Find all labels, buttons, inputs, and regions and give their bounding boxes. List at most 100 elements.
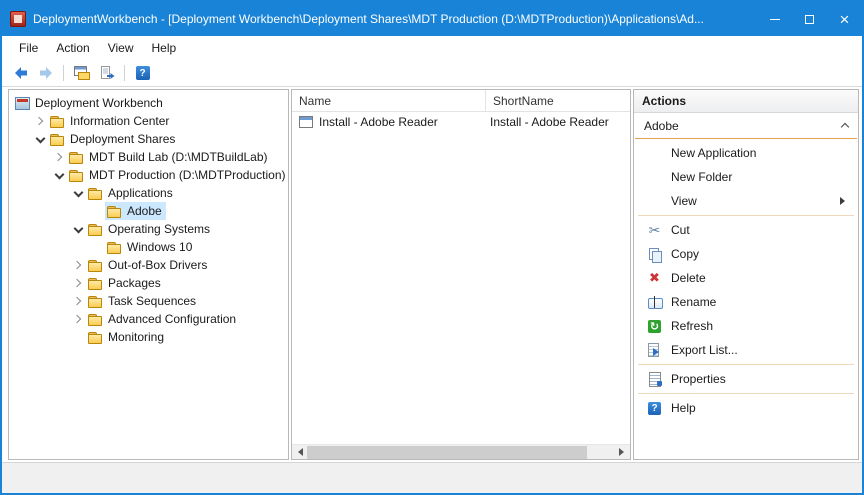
tree-item[interactable]: MDT Production (D:\MDTProduction)	[9, 166, 288, 184]
close-button[interactable]	[827, 2, 862, 36]
tree-item[interactable]: Operating Systems	[9, 220, 288, 238]
folder-icon	[88, 331, 103, 344]
scroll-left-button[interactable]	[292, 445, 307, 460]
action-item[interactable]: Copy	[634, 242, 858, 266]
chevron-down-icon[interactable]	[70, 221, 86, 237]
tree-item-content[interactable]: Adobe	[105, 202, 166, 220]
tree-item[interactable]: Advanced Configuration	[9, 310, 288, 328]
list-row[interactable]: Install - Adobe Reader Install - Adobe R…	[292, 112, 630, 132]
tree-item[interactable]: Deployment Shares	[9, 130, 288, 148]
chevron-down-icon[interactable]	[70, 185, 86, 201]
minimize-button[interactable]	[757, 2, 792, 36]
action-item-label: Help	[671, 401, 858, 415]
chevron-right-icon[interactable]	[51, 149, 67, 165]
scrollbar-thumb[interactable]	[307, 446, 587, 459]
chevron-right-icon[interactable]	[70, 257, 86, 273]
chevron-down-icon[interactable]	[32, 131, 48, 147]
chevron-right-icon[interactable]	[70, 275, 86, 291]
no-icon	[646, 145, 663, 161]
actions-section-header[interactable]: Adobe	[634, 113, 858, 138]
tree-item-content[interactable]: MDT Build Lab (D:\MDTBuildLab)	[67, 148, 272, 166]
column-header-shortname[interactable]: ShortName	[486, 90, 630, 111]
tree-item-content[interactable]: Windows 10	[105, 238, 196, 256]
tree-item-label: Windows 10	[127, 240, 192, 254]
folder-icon	[69, 151, 84, 164]
action-item[interactable]: Export List...	[634, 338, 858, 362]
chevron-down-icon[interactable]	[51, 167, 67, 183]
minimize-icon	[770, 19, 780, 20]
tree-item[interactable]: Adobe	[9, 202, 288, 220]
back-button[interactable]	[9, 62, 32, 85]
chevron-right-icon[interactable]	[70, 293, 86, 309]
maximize-button[interactable]	[792, 2, 827, 36]
delete-icon	[646, 270, 663, 286]
refresh-icon	[646, 318, 663, 334]
chevron-none[interactable]	[89, 203, 105, 219]
menu-view[interactable]: View	[99, 38, 143, 58]
folder-icon	[88, 313, 103, 326]
tree-item-content[interactable]: Deployment Shares	[48, 130, 179, 148]
tree-item-content[interactable]: Out-of-Box Drivers	[86, 256, 211, 274]
tree-item[interactable]: Monitoring	[9, 328, 288, 346]
folder-icon	[88, 277, 103, 290]
tree-item-content[interactable]: Information Center	[48, 112, 173, 130]
properties-icon	[646, 371, 663, 387]
folder-icon	[88, 295, 103, 308]
chevron-none[interactable]	[70, 329, 86, 345]
rename-icon	[646, 294, 663, 310]
horizontal-scrollbar[interactable]	[292, 444, 630, 459]
action-item[interactable]: View	[634, 189, 858, 213]
chevron-right-icon[interactable]	[32, 113, 48, 129]
tree-item-content[interactable]: Operating Systems	[86, 220, 214, 238]
scroll-right-button[interactable]	[615, 445, 630, 460]
show-console-tree-button[interactable]	[70, 62, 93, 85]
actions-list: New Application New Folder View Cut Copy…	[634, 141, 858, 459]
action-item[interactable]: New Application	[634, 141, 858, 165]
help-button[interactable]	[131, 62, 154, 85]
statusbar	[2, 462, 862, 493]
action-item[interactable]: Refresh	[634, 314, 858, 338]
tree-item[interactable]: Information Center	[9, 112, 288, 130]
export-list-button[interactable]	[95, 62, 118, 85]
tree-item-label: Out-of-Box Drivers	[108, 258, 207, 272]
menu-help[interactable]: Help	[143, 38, 186, 58]
tree-item-content[interactable]: Task Sequences	[86, 292, 200, 310]
menu-file[interactable]: File	[10, 38, 47, 58]
folder-icon	[88, 223, 103, 236]
tree-item-content[interactable]: Monitoring	[86, 328, 168, 346]
action-item[interactable]: Help	[634, 396, 858, 420]
chevron-right-icon[interactable]	[70, 311, 86, 327]
tree-item-content[interactable]: Packages	[86, 274, 165, 292]
menu-action[interactable]: Action	[47, 38, 98, 58]
titlebar[interactable]: DeploymentWorkbench - [Deployment Workbe…	[2, 2, 862, 36]
column-header-name[interactable]: Name	[292, 90, 486, 111]
chevron-up-icon[interactable]	[841, 123, 849, 131]
list-body: Install - Adobe Reader Install - Adobe R…	[292, 112, 630, 444]
tree-item-label: MDT Production (D:\MDTProduction)	[89, 168, 286, 182]
tree-item[interactable]: MDT Build Lab (D:\MDTBuildLab)	[9, 148, 288, 166]
action-item[interactable]: Delete	[634, 266, 858, 290]
tree-item-content[interactable]: Deployment Workbench	[13, 94, 167, 112]
app-icon	[10, 11, 26, 27]
tree-item-content[interactable]: Applications	[86, 184, 177, 202]
scroll-left-icon	[294, 448, 303, 456]
tree-item-content[interactable]: MDT Production (D:\MDTProduction)	[67, 166, 289, 184]
tree-item-content[interactable]: Advanced Configuration	[86, 310, 240, 328]
tree-item[interactable]: Windows 10	[9, 238, 288, 256]
tree-item-label: MDT Build Lab (D:\MDTBuildLab)	[89, 150, 268, 164]
action-item[interactable]: New Folder	[634, 165, 858, 189]
tree-item[interactable]: Task Sequences	[9, 292, 288, 310]
action-item-label: Cut	[671, 223, 858, 237]
action-item[interactable]: Rename	[634, 290, 858, 314]
tree-item[interactable]: Applications	[9, 184, 288, 202]
application-icon	[299, 116, 313, 128]
tree-item[interactable]: Packages	[9, 274, 288, 292]
action-item[interactable]: Cut	[634, 218, 858, 242]
tree-item[interactable]: Out-of-Box Drivers	[9, 256, 288, 274]
action-item-label: New Application	[671, 146, 858, 160]
forward-button[interactable]	[34, 62, 57, 85]
tree-item-label: Information Center	[70, 114, 169, 128]
tree-item[interactable]: Deployment Workbench	[9, 94, 288, 112]
chevron-none[interactable]	[89, 239, 105, 255]
action-item[interactable]: Properties	[634, 367, 858, 391]
